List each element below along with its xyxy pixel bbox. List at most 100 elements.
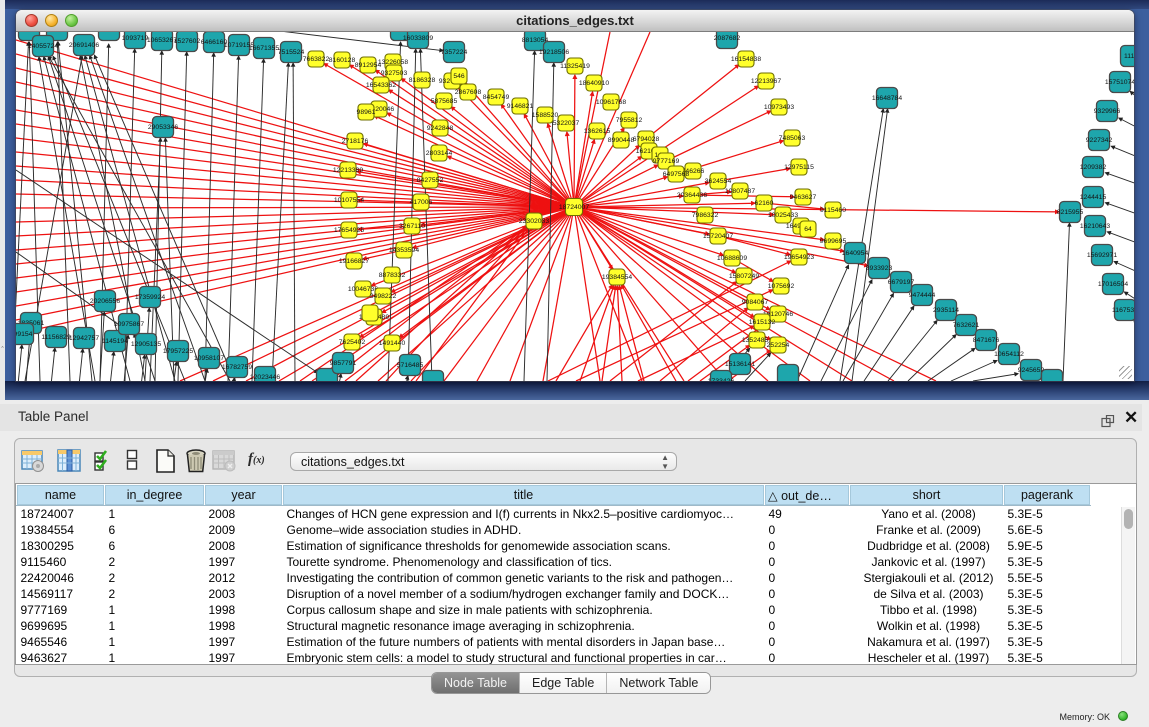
svg-text:8878332: 8878332 (379, 272, 406, 279)
svg-text:7986322: 7986322 (692, 212, 719, 219)
svg-text:8186328: 8186328 (409, 77, 436, 84)
svg-text:64: 64 (804, 226, 812, 233)
svg-text:16782759: 16782759 (222, 364, 252, 371)
svg-text:2718176: 2718176 (342, 138, 369, 145)
svg-text:3498222: 3498222 (370, 293, 397, 300)
svg-text:2087682: 2087682 (714, 35, 741, 42)
svg-text:1209382: 1209382 (1080, 164, 1107, 171)
svg-text:14055724: 14055724 (28, 43, 58, 50)
svg-text:6794028: 6794028 (633, 136, 660, 143)
svg-text:16671355: 16671355 (249, 45, 279, 52)
svg-text:1075692: 1075692 (768, 283, 795, 290)
svg-text:7955812: 7955812 (616, 117, 643, 124)
svg-text:7515524: 7515524 (278, 49, 305, 56)
svg-text:8933923: 8933923 (866, 265, 893, 272)
svg-text:1093719: 1093719 (122, 35, 149, 42)
svg-text:12975115: 12975115 (784, 164, 814, 171)
svg-text:10046736: 10046736 (348, 286, 378, 293)
svg-text:9777169: 9777169 (653, 158, 680, 165)
svg-text:15751074: 15751074 (1105, 79, 1134, 86)
svg-text:12942757: 12942757 (69, 335, 99, 342)
svg-text:8471676: 8471676 (973, 337, 1000, 344)
svg-text:9699695: 9699695 (820, 238, 847, 245)
svg-text:2867608: 2867608 (455, 89, 482, 96)
svg-text:546: 546 (453, 73, 465, 80)
svg-text:18724007: 18724007 (559, 204, 589, 211)
svg-text:16154838: 16154838 (731, 56, 761, 63)
svg-text:19218506: 19218506 (539, 49, 569, 56)
svg-text:14353594: 14353594 (389, 247, 419, 254)
svg-text:9327503: 9327503 (381, 70, 408, 77)
svg-text:10958107: 10958107 (194, 355, 224, 362)
svg-text:417006: 417006 (410, 199, 433, 206)
svg-text:98961: 98961 (357, 109, 376, 116)
svg-text:5322037: 5322037 (553, 120, 580, 127)
svg-text:12905135: 12905135 (131, 341, 161, 348)
svg-text:17359924: 17359924 (135, 294, 165, 301)
svg-text:9146821: 9146821 (507, 103, 534, 110)
svg-text:9474444: 9474444 (909, 292, 936, 299)
svg-text:17654925: 17654925 (334, 227, 364, 234)
svg-text:7632621: 7632621 (953, 322, 980, 329)
svg-text:5716485: 5716485 (397, 362, 424, 369)
svg-text:19384554: 19384554 (602, 274, 632, 281)
svg-text:10653267: 10653267 (147, 37, 177, 44)
svg-text:10107554: 10107554 (334, 197, 364, 204)
svg-text:11325419: 11325419 (560, 63, 590, 70)
svg-text:20206556: 20206556 (90, 298, 120, 305)
svg-text:10961768: 10961768 (596, 99, 626, 106)
svg-text:10025433: 10025433 (768, 212, 798, 219)
svg-text:12023446: 12023446 (250, 374, 280, 381)
svg-text:10688609: 10688609 (717, 255, 747, 262)
svg-text:10973493: 10973493 (764, 104, 794, 111)
svg-text:9242848: 9242848 (427, 125, 454, 132)
svg-text:1244415: 1244415 (1080, 194, 1107, 201)
svg-text:17016504: 17016504 (1098, 281, 1128, 288)
svg-text:18640910: 18640910 (579, 80, 609, 87)
svg-text:10975867: 10975867 (114, 321, 144, 328)
svg-text:15720407: 15720407 (703, 233, 733, 240)
svg-text:1588520: 1588520 (532, 112, 559, 119)
svg-text:1167533: 1167533 (1112, 307, 1134, 314)
svg-text:2935114: 2935114 (933, 307, 959, 314)
svg-text:9463627: 9463627 (790, 194, 817, 201)
svg-text:7663822: 7663822 (303, 56, 330, 63)
svg-text:16210643: 16210643 (1080, 223, 1110, 230)
svg-text:9227342: 9227342 (1086, 137, 1113, 144)
svg-text:9857791: 9857791 (330, 360, 357, 367)
svg-text:10807487: 10807487 (725, 188, 755, 195)
svg-text:1145194: 1145194 (102, 338, 128, 345)
svg-text:1615132: 1615132 (749, 319, 776, 326)
svg-text:5875685: 5875685 (431, 98, 458, 105)
svg-text:1362615: 1362615 (584, 128, 611, 135)
svg-text:16543362: 16543362 (366, 82, 396, 89)
svg-text:8160128: 8160128 (329, 57, 356, 64)
svg-text:2803144: 2803144 (426, 150, 453, 157)
svg-text:3624554: 3624554 (705, 178, 732, 185)
svg-text:6497568: 6497568 (663, 171, 690, 178)
svg-text:12213389: 12213389 (333, 167, 363, 174)
svg-text:1491440: 1491440 (379, 340, 406, 347)
svg-text:15807249: 15807249 (729, 273, 759, 280)
svg-text:1640954: 1640954 (842, 250, 869, 257)
svg-text:20691406: 20691406 (69, 42, 99, 49)
svg-text:16648784: 16648784 (872, 95, 902, 102)
svg-text:99154: 99154 (16, 331, 33, 338)
svg-text:23302033: 23302033 (519, 218, 549, 225)
svg-text:1733426: 1733426 (708, 378, 735, 381)
svg-text:252254: 252254 (767, 342, 790, 349)
svg-text:9245652: 9245652 (1018, 367, 1045, 374)
svg-text:10654112: 10654112 (994, 351, 1024, 358)
svg-text:17957225: 17957225 (163, 348, 193, 355)
svg-text:8215955: 8215955 (1057, 209, 1084, 216)
svg-text:16033809: 16033809 (403, 35, 433, 42)
svg-text:6679197: 6679197 (888, 279, 915, 286)
svg-text:62160: 62160 (755, 200, 774, 207)
svg-text:19654923: 19654923 (784, 254, 814, 261)
svg-text:9329966: 9329966 (1094, 108, 1121, 115)
svg-text:8990448: 8990448 (608, 137, 635, 144)
svg-text:7625402: 7625402 (339, 339, 366, 346)
svg-text:8454749: 8454749 (483, 94, 510, 101)
svg-text:7357224: 7357224 (441, 49, 468, 56)
svg-text:3267110: 3267110 (399, 223, 425, 230)
